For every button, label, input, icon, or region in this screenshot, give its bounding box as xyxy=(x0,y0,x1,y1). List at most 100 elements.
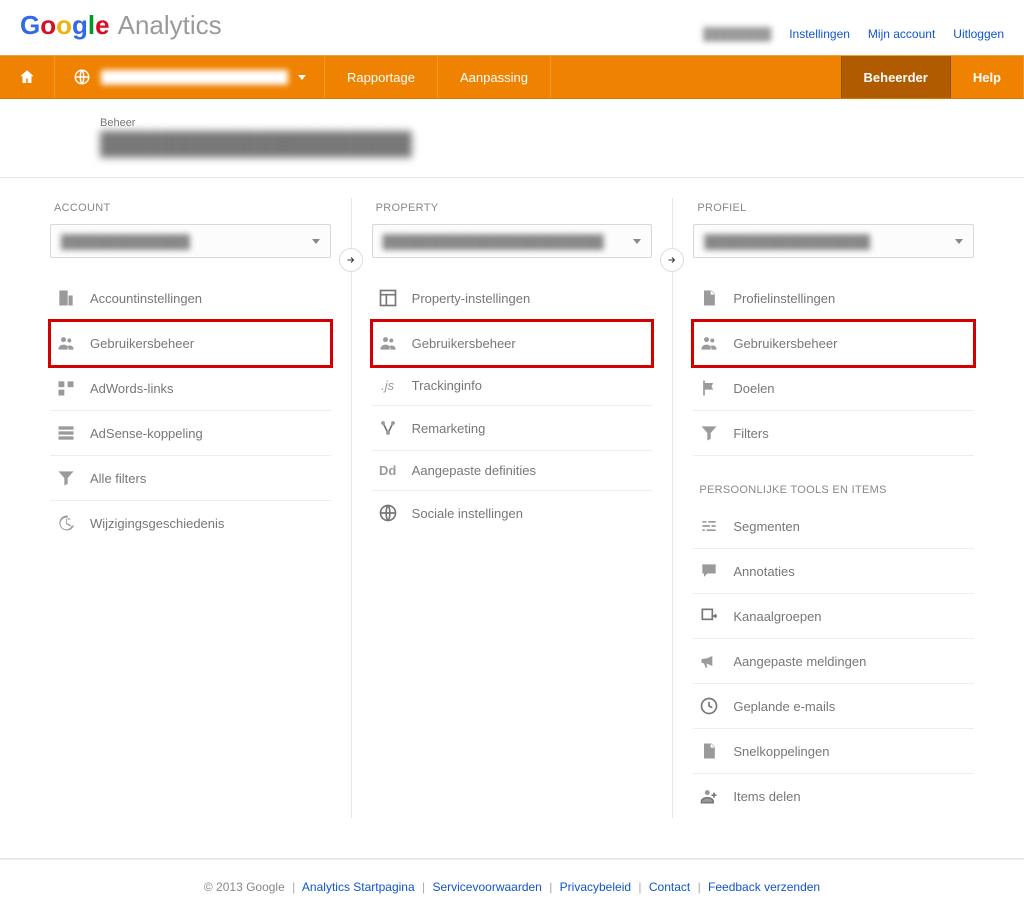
item-remarketing[interactable]: Remarketing xyxy=(372,406,653,451)
profile-select-value: ██████████████████ xyxy=(704,234,870,249)
link-logout[interactable]: Uitloggen xyxy=(953,27,1004,41)
personplus-icon xyxy=(699,786,719,806)
users-icon xyxy=(56,333,76,353)
nav-admin[interactable]: Beheerder xyxy=(841,56,951,98)
footer-home[interactable]: Analytics Startpagina xyxy=(302,880,415,894)
item-history[interactable]: Wijzigingsgeschiedenis xyxy=(50,501,331,545)
item-label: Kanaalgroepen xyxy=(733,609,821,624)
item-label: AdWords-links xyxy=(90,381,174,396)
chevron-down-icon xyxy=(633,239,641,244)
nav-home[interactable] xyxy=(0,56,55,98)
item-annotations[interactable]: Annotaties xyxy=(693,549,974,594)
google-logo: Google xyxy=(20,10,110,41)
item-label: Doelen xyxy=(733,381,774,396)
footer-copyright: © 2013 Google xyxy=(204,880,285,894)
item-label: AdSense-koppeling xyxy=(90,426,203,441)
nav-reporting-label: Rapportage xyxy=(347,70,415,85)
item-label: Gebruikersbeheer xyxy=(412,336,516,351)
page-title: ████████████████████ xyxy=(0,131,412,177)
speech-icon xyxy=(699,561,719,581)
item-account-users[interactable]: Gebruikersbeheer xyxy=(50,321,331,366)
personal-tools-header: PERSOONLIJKE TOOLS EN ITEMS xyxy=(699,484,974,496)
item-label: Filters xyxy=(733,426,768,441)
megaphone-icon xyxy=(699,651,719,671)
nav-selector-text: ██████████████████████ xyxy=(101,71,288,84)
chevron-down-icon xyxy=(312,239,320,244)
logo: Google Analytics xyxy=(20,10,222,41)
item-profile-users[interactable]: Gebruikersbeheer xyxy=(693,321,974,366)
item-label: Trackinginfo xyxy=(412,378,482,393)
item-allfilters[interactable]: Alle filters xyxy=(50,456,331,501)
item-profile-settings[interactable]: Profielinstellingen xyxy=(693,276,974,321)
item-tracking[interactable]: .jsTrackinginfo xyxy=(372,366,653,406)
col-account-header: ACCOUNT xyxy=(54,202,331,214)
item-segments[interactable]: Segmenten xyxy=(693,504,974,549)
nav-help[interactable]: Help xyxy=(951,56,1024,98)
boxarrow-icon xyxy=(699,606,719,626)
topbar: Google Analytics ████████ Instellingen M… xyxy=(0,0,1024,55)
item-label: Gebruikersbeheer xyxy=(90,336,194,351)
item-property-settings[interactable]: Property-instellingen xyxy=(372,276,653,321)
item-label: Gebruikersbeheer xyxy=(733,336,837,351)
item-property-users[interactable]: Gebruikersbeheer xyxy=(372,321,653,366)
nav-customization[interactable]: Aanpassing xyxy=(438,56,551,98)
users-icon xyxy=(699,333,719,353)
arrow-right-icon xyxy=(345,254,357,266)
item-label: Aangepaste meldingen xyxy=(733,654,866,669)
listblock-icon xyxy=(56,423,76,443)
breadcrumb: Beheer xyxy=(0,117,1024,131)
clock-icon xyxy=(699,696,719,716)
funnel-icon xyxy=(56,468,76,488)
item-customdef[interactable]: DdAangepaste definities xyxy=(372,451,653,491)
item-label: Remarketing xyxy=(412,421,486,436)
profile-select[interactable]: ██████████████████ xyxy=(693,224,974,258)
chevron-down-icon xyxy=(298,75,306,80)
item-share[interactable]: Items delen xyxy=(693,774,974,818)
item-filters[interactable]: Filters xyxy=(693,411,974,456)
link-settings[interactable]: Instellingen xyxy=(789,27,850,41)
layout-icon xyxy=(378,288,398,308)
col-account: ACCOUNT ██████████████ Accountinstelling… xyxy=(30,198,351,545)
toplinks: ████████ Instellingen Mijn account Uitlo… xyxy=(703,27,1004,41)
footer-feedback[interactable]: Feedback verzenden xyxy=(708,880,820,894)
item-label: Geplande e-mails xyxy=(733,699,835,714)
nav-reporting[interactable]: Rapportage xyxy=(325,56,438,98)
dd-icon: Dd xyxy=(378,463,398,478)
nav-admin-label: Beheerder xyxy=(864,70,928,85)
col-property-header: PROPERTY xyxy=(376,202,653,214)
segments-icon xyxy=(699,516,719,536)
funnel-icon xyxy=(699,423,719,443)
account-select[interactable]: ██████████████ xyxy=(50,224,331,258)
footer-tos[interactable]: Servicevoorwaarden xyxy=(432,880,541,894)
item-adwords[interactable]: AdWords-links xyxy=(50,366,331,411)
item-label: Annotaties xyxy=(733,564,794,579)
item-label: Sociale instellingen xyxy=(412,506,523,521)
nav-property-selector[interactable]: ██████████████████████ xyxy=(55,56,325,98)
item-channelgroups[interactable]: Kanaalgroepen xyxy=(693,594,974,639)
item-social[interactable]: Sociale instellingen xyxy=(372,491,653,535)
flag-icon xyxy=(699,378,719,398)
link-myaccount[interactable]: Mijn account xyxy=(868,27,935,41)
item-goals[interactable]: Doelen xyxy=(693,366,974,411)
item-alerts[interactable]: Aangepaste meldingen xyxy=(693,639,974,684)
nav-customization-label: Aanpassing xyxy=(460,70,528,85)
property-select[interactable]: ████████████████████████ xyxy=(372,224,653,258)
item-shortcuts[interactable]: Snelkoppelingen xyxy=(693,729,974,774)
users-icon xyxy=(378,333,398,353)
product-name: Analytics xyxy=(118,10,222,41)
linkblocks-icon xyxy=(56,378,76,398)
item-adsense[interactable]: AdSense-koppeling xyxy=(50,411,331,456)
item-account-settings[interactable]: Accountinstellingen xyxy=(50,276,331,321)
footer-privacy[interactable]: Privacybeleid xyxy=(560,880,631,894)
share-icon xyxy=(378,418,398,438)
building-icon xyxy=(56,288,76,308)
footer: © 2013 Google | Analytics Startpagina | … xyxy=(0,859,1024,914)
nav-help-label: Help xyxy=(973,70,1001,85)
footer-contact[interactable]: Contact xyxy=(649,880,690,894)
globe-icon xyxy=(73,68,91,86)
account-select-value: ██████████████ xyxy=(61,234,190,249)
item-emails[interactable]: Geplande e-mails xyxy=(693,684,974,729)
property-select-value: ████████████████████████ xyxy=(383,234,604,249)
item-label: Segmenten xyxy=(733,519,800,534)
home-icon xyxy=(18,68,36,86)
